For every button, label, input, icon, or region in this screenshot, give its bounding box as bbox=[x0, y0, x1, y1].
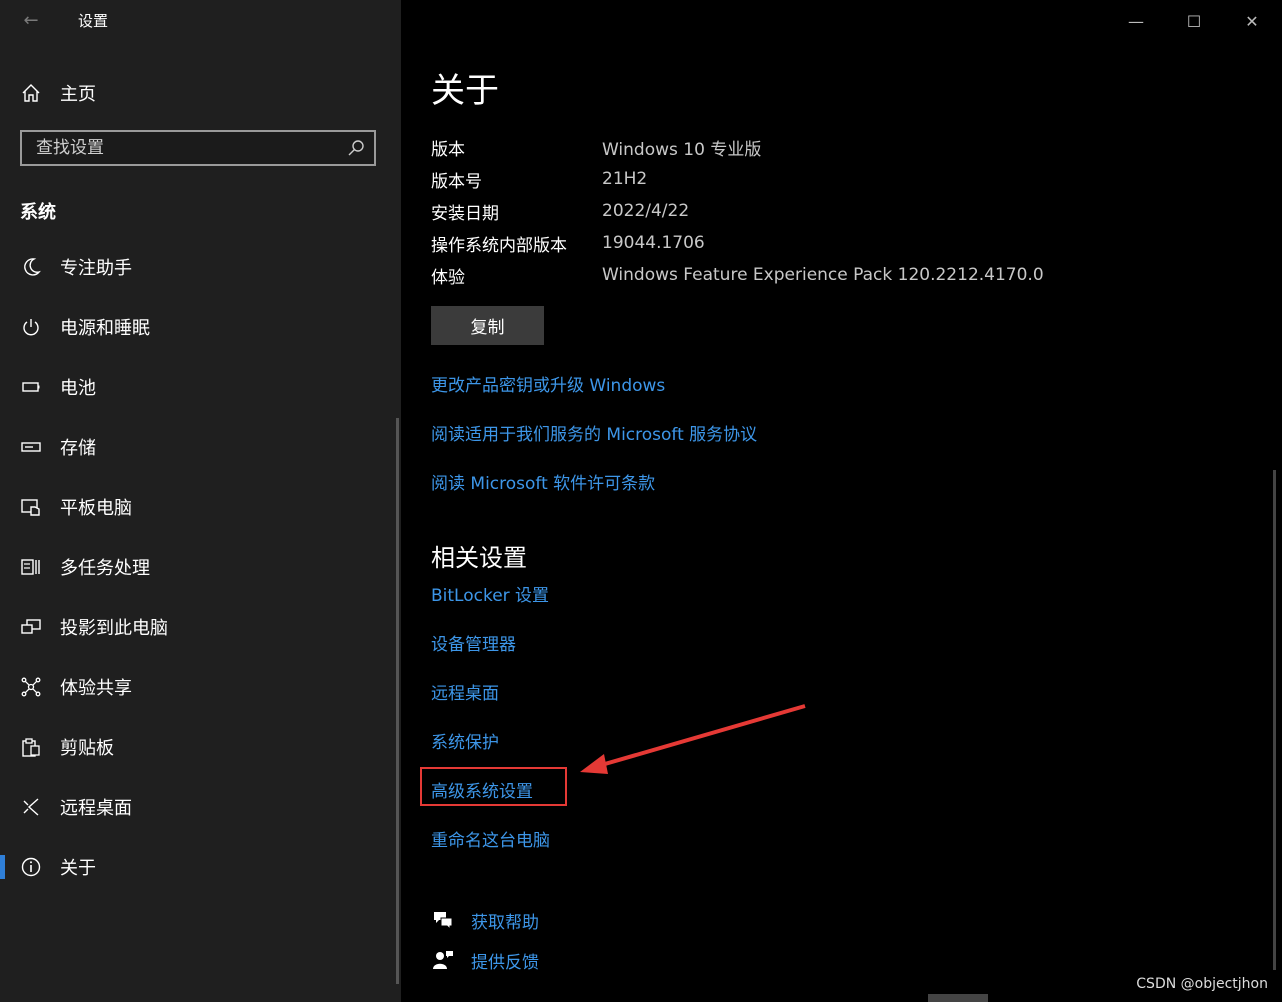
multitask-icon bbox=[20, 556, 42, 578]
main-panel: — ☐ ✕ 关于 版本 Windows 10 专业版 版本号 21H2 安装日期… bbox=[401, 0, 1282, 1002]
section-title-system: 系统 bbox=[20, 202, 56, 223]
spec-label: 版本 bbox=[431, 139, 465, 160]
spec-row-os-build: 操作系统内部版本 19044.1706 bbox=[431, 228, 1191, 258]
sidebar-item-remote-desktop[interactable]: 远程桌面 bbox=[0, 785, 398, 829]
sidebar-item-label: 电源和睡眠 bbox=[60, 318, 150, 339]
sidebar-item-label: 剪贴板 bbox=[60, 738, 114, 759]
annotation-arrow bbox=[580, 704, 806, 774]
sidebar-item-battery[interactable]: 电池 bbox=[0, 365, 398, 409]
sidebar-item-label: 多任务处理 bbox=[60, 558, 150, 579]
link-bitlocker[interactable]: BitLocker 设置 bbox=[431, 581, 549, 606]
link-remote-desktop[interactable]: 远程桌面 bbox=[431, 679, 499, 704]
feedback-icon bbox=[431, 948, 455, 972]
spec-value: 2022/4/22 bbox=[602, 201, 690, 221]
storage-icon bbox=[20, 436, 42, 458]
copy-button[interactable]: 复制 bbox=[431, 306, 544, 345]
spec-label: 安装日期 bbox=[431, 203, 499, 224]
spec-value: Windows Feature Experience Pack 120.2212… bbox=[602, 265, 1044, 285]
link-change-product-key[interactable]: 更改产品密钥或升级 Windows bbox=[431, 371, 665, 396]
main-scrollbar[interactable] bbox=[1273, 470, 1276, 970]
link-services-agreement[interactable]: 阅读适用于我们服务的 Microsoft 服务协议 bbox=[431, 420, 757, 445]
sidebar-item-power-sleep[interactable]: 电源和睡眠 bbox=[0, 305, 398, 349]
sidebar-item-label: 存储 bbox=[60, 438, 96, 459]
battery-icon bbox=[20, 376, 42, 398]
highlight-box bbox=[420, 767, 567, 806]
search-input[interactable] bbox=[22, 138, 346, 158]
sidebar-item-about[interactable]: 关于 bbox=[0, 845, 398, 889]
related-settings-title: 相关设置 bbox=[431, 544, 527, 572]
watermark: CSDN @objectjhon bbox=[1136, 976, 1268, 992]
project-icon bbox=[20, 616, 42, 638]
sidebar-item-label: 平板电脑 bbox=[60, 498, 132, 519]
horizontal-scroll-thumb[interactable] bbox=[928, 994, 988, 1002]
sidebar-item-focus-assist[interactable]: 专注助手 bbox=[0, 245, 398, 289]
link-give-feedback[interactable]: 提供反馈 bbox=[471, 948, 539, 973]
remote-icon bbox=[20, 796, 42, 818]
sidebar-item-label: 投影到此电脑 bbox=[60, 618, 168, 639]
home-icon bbox=[20, 82, 42, 104]
sidebar-item-tablet[interactable]: 平板电脑 bbox=[0, 485, 398, 529]
spec-value: 19044.1706 bbox=[602, 233, 705, 253]
window-title: 设置 bbox=[78, 12, 109, 30]
spec-value: Windows 10 专业版 bbox=[602, 139, 762, 160]
sidebar-item-shared-experience[interactable]: 体验共享 bbox=[0, 665, 398, 709]
give-feedback-row[interactable]: 提供反馈 bbox=[431, 945, 539, 975]
sidebar-item-label: 电池 bbox=[60, 378, 96, 399]
link-device-manager[interactable]: 设备管理器 bbox=[431, 630, 516, 655]
link-license-terms[interactable]: 阅读 Microsoft 软件许可条款 bbox=[431, 469, 655, 494]
power-icon bbox=[20, 316, 42, 338]
get-help-row[interactable]: 获取帮助 bbox=[431, 905, 539, 935]
sidebar-scrollbar[interactable] bbox=[396, 418, 399, 984]
share-icon bbox=[20, 676, 42, 698]
spec-row-experience: 体验 Windows Feature Experience Pack 120.2… bbox=[431, 260, 1191, 290]
sidebar-item-multitasking[interactable]: 多任务处理 bbox=[0, 545, 398, 589]
spec-value: 21H2 bbox=[602, 169, 648, 189]
spec-row-edition: 版本 Windows 10 专业版 bbox=[431, 132, 1191, 162]
spec-label: 操作系统内部版本 bbox=[431, 235, 567, 256]
maximize-icon[interactable]: ☐ bbox=[1179, 6, 1209, 36]
spec-label: 体验 bbox=[431, 267, 465, 288]
sidebar: ← 设置 主页 系统 专注助手 电源和睡眠 电池 存储 bbox=[0, 0, 401, 1002]
sidebar-item-home[interactable]: 主页 bbox=[20, 80, 96, 106]
sidebar-item-label: 专注助手 bbox=[60, 258, 132, 279]
spec-row-version: 版本号 21H2 bbox=[431, 164, 1191, 194]
clipboard-icon bbox=[20, 736, 42, 758]
back-arrow-icon[interactable]: ← bbox=[18, 10, 44, 32]
search-box[interactable] bbox=[20, 130, 376, 166]
spec-label: 版本号 bbox=[431, 171, 482, 192]
tablet-icon bbox=[20, 496, 42, 518]
link-get-help[interactable]: 获取帮助 bbox=[471, 908, 539, 933]
help-chat-icon bbox=[431, 908, 455, 932]
sidebar-item-storage[interactable]: 存储 bbox=[0, 425, 398, 469]
moon-icon bbox=[20, 256, 42, 278]
link-system-protection[interactable]: 系统保护 bbox=[431, 728, 499, 753]
search-icon[interactable] bbox=[346, 138, 366, 158]
link-rename-pc[interactable]: 重命名这台电脑 bbox=[431, 826, 550, 851]
sidebar-item-project[interactable]: 投影到此电脑 bbox=[0, 605, 398, 649]
minimize-icon[interactable]: — bbox=[1121, 6, 1151, 36]
page-title: 关于 bbox=[431, 71, 499, 111]
sidebar-item-label: 体验共享 bbox=[60, 678, 132, 699]
sidebar-item-clipboard[interactable]: 剪贴板 bbox=[0, 725, 398, 769]
sidebar-item-label: 关于 bbox=[60, 858, 96, 879]
info-icon bbox=[20, 856, 42, 878]
home-label: 主页 bbox=[60, 84, 96, 105]
close-icon[interactable]: ✕ bbox=[1237, 6, 1267, 36]
sidebar-item-label: 远程桌面 bbox=[60, 798, 132, 819]
spec-row-installed-on: 安装日期 2022/4/22 bbox=[431, 196, 1191, 226]
